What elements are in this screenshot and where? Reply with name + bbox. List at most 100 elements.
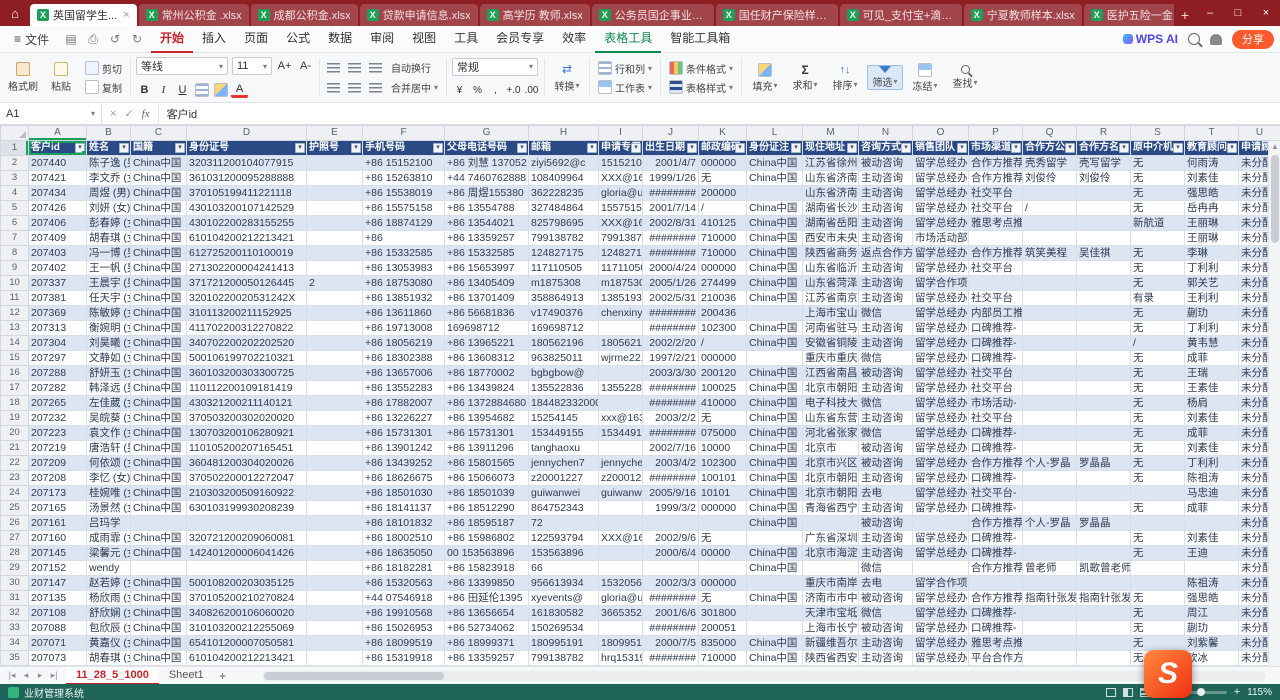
cell[interactable]: China中国 <box>747 366 803 381</box>
cell[interactable]: xyevents@ <box>529 591 599 606</box>
font-color-button[interactable]: A <box>231 82 248 98</box>
cell[interactable]: 新疆维吾尔 <box>803 636 859 651</box>
cell[interactable]: 2001/7/14 <box>643 201 699 216</box>
cell[interactable]: 微信 <box>859 306 913 321</box>
cell[interactable]: 社交平台 <box>969 411 1023 426</box>
cell[interactable]: +86 刘慧 137052 <box>445 156 529 171</box>
cell[interactable]: +86 18753080 <box>363 276 445 291</box>
cell[interactable] <box>599 621 643 636</box>
cell[interactable] <box>307 321 363 336</box>
cell[interactable]: 135522836 <box>599 381 643 396</box>
cell[interactable]: China中国 <box>747 276 803 291</box>
cell[interactable] <box>1023 261 1077 276</box>
cell[interactable]: 冯一博 (男 <box>87 246 131 261</box>
cell[interactable]: +86 13611860 <box>363 306 445 321</box>
cell[interactable]: 被动咨询 <box>859 516 913 531</box>
number-format-select[interactable]: 常规▾ <box>452 58 538 76</box>
cell[interactable]: 口碑推荐- <box>969 426 1023 441</box>
cell[interactable]: 去电 <box>859 486 913 501</box>
cell[interactable]: 何雨涛 <box>1185 156 1239 171</box>
cell[interactable]: tanghaoxu <box>529 441 599 456</box>
cell[interactable] <box>1077 576 1131 591</box>
wps-ai-button[interactable]: WPS AI <box>1123 32 1178 46</box>
cell[interactable]: China中国 <box>131 531 187 546</box>
cell[interactable]: 内部员工推 <box>969 306 1023 321</box>
cell[interactable]: 135522836 <box>529 381 599 396</box>
cell[interactable]: 王利利 <box>1185 291 1239 306</box>
cell[interactable]: 075000 <box>699 426 747 441</box>
cell[interactable] <box>1023 471 1077 486</box>
filter-header-cell[interactable]: 出生日期▾ <box>643 141 699 156</box>
merge-center-button[interactable]: 合并居中▾ <box>388 80 441 96</box>
row-header-11[interactable]: 11 <box>1 291 29 306</box>
filter-header-cell[interactable]: 国籍▾ <box>131 141 187 156</box>
cell[interactable]: 主动咨询 <box>859 636 913 651</box>
cell[interactable]: 合作方推荐 <box>969 516 1023 531</box>
notification-bell-icon[interactable] <box>1210 34 1222 45</box>
comma-button[interactable]: , <box>488 83 503 98</box>
valign-middle-icon[interactable] <box>346 80 363 96</box>
cell[interactable] <box>307 156 363 171</box>
cell[interactable]: 320721200209060081 <box>187 531 307 546</box>
cell[interactable] <box>1023 606 1077 621</box>
cell[interactable]: 710000 <box>699 231 747 246</box>
cell[interactable]: 留学总经办 <box>913 306 969 321</box>
align-right-icon[interactable] <box>367 60 384 76</box>
cell[interactable]: chenxinyur <box>599 306 643 321</box>
cell[interactable]: 无 <box>1131 156 1185 171</box>
cell[interactable]: 2001/6/6 <box>643 606 699 621</box>
cell[interactable]: 微信 <box>859 426 913 441</box>
cell[interactable]: ######## <box>643 306 699 321</box>
cell[interactable]: 留学总经办 <box>913 636 969 651</box>
cell[interactable] <box>307 501 363 516</box>
cell[interactable] <box>307 426 363 441</box>
cell[interactable] <box>1077 441 1131 456</box>
cell[interactable]: 无 <box>1131 186 1185 201</box>
cell[interactable]: China中国 <box>747 396 803 411</box>
cell[interactable]: 207145 <box>29 546 87 561</box>
cell[interactable]: 陈子逸 (男 <box>87 156 131 171</box>
cell[interactable]: 留学总经办 <box>913 651 969 666</box>
home-icon[interactable]: ⌂ <box>0 0 30 26</box>
cell[interactable] <box>1023 411 1077 426</box>
cell[interactable]: +86 15575158 <box>363 201 445 216</box>
cell[interactable]: 包欣辰 (女 <box>87 621 131 636</box>
row-header-6[interactable]: 6 <box>1 216 29 231</box>
cell[interactable] <box>643 561 699 576</box>
wps-office-logo[interactable]: S <box>1144 650 1192 698</box>
cell[interactable]: 310113200211152925 <box>187 306 307 321</box>
cell[interactable]: +86 13053983 <box>363 261 445 276</box>
cell[interactable]: 710000 <box>699 651 747 666</box>
search-icon[interactable] <box>1188 33 1200 45</box>
insert-function-icon[interactable]: fx <box>142 108 150 120</box>
underline-button[interactable]: U <box>174 82 191 98</box>
cell[interactable]: China中国 <box>747 291 803 306</box>
cell[interactable]: 主动咨询 <box>859 216 913 231</box>
cell[interactable]: 胡春琪 (女 <box>87 651 131 666</box>
cell[interactable]: 207071 <box>29 636 87 651</box>
row-header-9[interactable]: 9 <box>1 261 29 276</box>
cell[interactable]: 15254145 <box>529 411 599 426</box>
row-header-7[interactable]: 7 <box>1 231 29 246</box>
cell[interactable]: 留学总经办 <box>913 486 969 501</box>
cell[interactable]: China中国 <box>747 246 803 261</box>
tool-button-求和[interactable]: Σ求和▾ <box>787 63 823 93</box>
cell[interactable]: 130703200106280921 <box>187 426 307 441</box>
cell[interactable]: 济南市市中 <box>803 591 859 606</box>
cell[interactable]: +86 18626675 <box>363 471 445 486</box>
cell[interactable]: 无 <box>1131 591 1185 606</box>
cell[interactable]: 2 <box>307 276 363 291</box>
row-header-22[interactable]: 22 <box>1 456 29 471</box>
font-size-select[interactable]: 11▾ <box>232 57 272 75</box>
cell[interactable]: 刘紫馨 <box>1185 636 1239 651</box>
cell[interactable]: 山东省济南 <box>803 186 859 201</box>
cell[interactable]: +86 15319918 <box>363 651 445 666</box>
cell[interactable]: 留学合作项目- <box>913 276 969 291</box>
cell[interactable]: 180995191 <box>599 636 643 651</box>
cell[interactable] <box>599 396 643 411</box>
cell[interactable]: 被动咨询 <box>859 156 913 171</box>
cell[interactable]: 207369 <box>29 306 87 321</box>
cell[interactable]: 刘俊伶 <box>1077 171 1131 186</box>
cell[interactable]: +86 15653997 <box>445 261 529 276</box>
cell[interactable]: +86 15538019 <box>363 186 445 201</box>
